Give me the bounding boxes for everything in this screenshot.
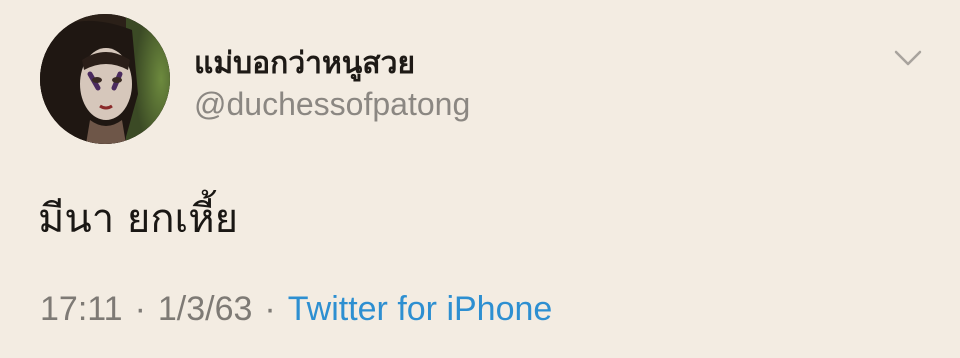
separator: · <box>134 290 146 328</box>
user-handle[interactable]: @duchessofpatong <box>194 86 470 123</box>
tweet-card: แม่บอกว่าหนูสวย @duchessofpatong มีนา ยก… <box>0 0 960 358</box>
avatar[interactable] <box>40 14 170 144</box>
display-name[interactable]: แม่บอกว่าหนูสวย <box>194 40 415 87</box>
tweet-time[interactable]: 17:11 <box>40 290 123 329</box>
tweet-metadata: 17:11 · 1/3/63 · Twitter for iPhone <box>40 290 552 329</box>
chevron-down-icon[interactable] <box>892 46 924 70</box>
tweet-text: มีนา ยกเหี้ย <box>38 196 239 242</box>
tweet-source-link[interactable]: Twitter for iPhone <box>288 290 553 329</box>
separator: · <box>264 290 276 328</box>
tweet-date[interactable]: 1/3/63 <box>158 290 253 329</box>
avatar-image <box>40 14 170 144</box>
